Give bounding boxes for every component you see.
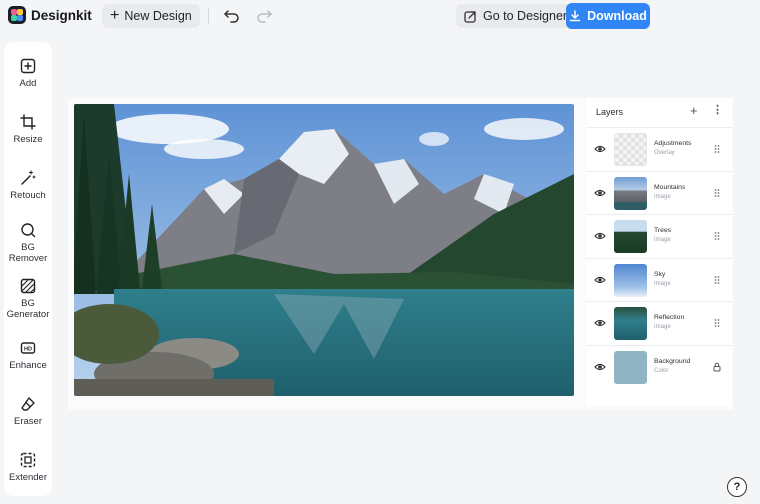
tool-label: Eraser [14, 416, 42, 427]
tool-label: Retouch [10, 190, 46, 201]
download-button[interactable]: Download [566, 3, 650, 29]
lock-icon[interactable] [712, 362, 722, 372]
layer-thumbnail [614, 177, 647, 210]
toolbar-divider [208, 8, 209, 24]
bg-generator-icon [20, 278, 36, 294]
eye-icon[interactable] [594, 274, 606, 286]
layer-thumbnail [614, 351, 647, 384]
eye-icon[interactable] [594, 230, 606, 242]
new-design-button[interactable]: + New Design [102, 4, 200, 28]
layer-row-sky[interactable]: Sky Image [586, 258, 732, 301]
layer-thumbnail [614, 220, 647, 253]
open-designer-icon [464, 10, 476, 23]
help-label: ? [733, 481, 741, 493]
layer-type: Image [654, 237, 671, 243]
eye-icon[interactable] [594, 361, 606, 373]
app-name: Designkit [31, 7, 92, 23]
layers-panel: Layers + ⋮ Adjustments Overlay Mountains… [586, 98, 732, 406]
tool-resize[interactable]: Resize [4, 114, 52, 145]
layer-thumbnail [614, 133, 647, 166]
tool-label: Resize [13, 134, 43, 145]
tool-label: BG Remover [8, 242, 48, 264]
layer-thumbnail [614, 264, 647, 297]
logo[interactable]: Designkit [8, 6, 92, 24]
layer-row-trees[interactable]: Trees Image [586, 214, 732, 257]
drag-handle-icon[interactable] [712, 188, 722, 198]
layer-thumbnail [614, 307, 647, 340]
drag-handle-icon[interactable] [712, 275, 722, 285]
download-icon [569, 10, 581, 22]
layer-row-background[interactable]: Background Color [586, 345, 732, 388]
layer-name: Trees [654, 227, 672, 234]
layer-type: Image [654, 324, 671, 330]
tool-label: Extender [8, 472, 48, 483]
bg-remover-icon [21, 223, 36, 238]
undo-icon[interactable] [222, 7, 242, 25]
layer-name: Reflection [654, 314, 685, 321]
tool-label: Add [19, 78, 37, 89]
go-to-designer-button[interactable]: Go to Designer [456, 4, 576, 28]
tool-extender[interactable]: Extender [4, 452, 52, 483]
tool-eraser[interactable]: Eraser [4, 396, 52, 427]
extender-icon [20, 452, 36, 468]
tool-add[interactable]: Add [4, 58, 52, 89]
eraser-icon [21, 397, 35, 411]
eye-icon[interactable] [594, 317, 606, 329]
tool-label: Enhance [9, 360, 47, 371]
eye-icon[interactable] [594, 187, 606, 199]
layer-name: Sky [654, 271, 666, 278]
new-design-label: New Design [124, 9, 192, 23]
tool-enhance[interactable]: HD Enhance [4, 340, 52, 371]
plus-icon: + [110, 7, 120, 24]
landscape-image [74, 104, 574, 396]
add-layer-icon[interactable]: + [690, 103, 698, 118]
layer-row-reflection[interactable]: Reflection Image [586, 301, 732, 344]
tool-bg-remover[interactable]: BG Remover [4, 222, 52, 264]
layer-type: Image [654, 194, 671, 200]
top-bar: Designkit + New Design Go to Designer Do… [0, 0, 760, 34]
more-options-icon[interactable]: ⋮ [712, 103, 723, 116]
hd-icon: HD [20, 342, 36, 354]
add-square-icon [20, 58, 36, 74]
tool-rail: Add Resize Retouch BG Remover BG Generat… [4, 42, 52, 496]
tool-retouch[interactable]: Retouch [4, 170, 52, 201]
logo-icon [8, 6, 26, 24]
layer-row-adjustments[interactable]: Adjustments Overlay [586, 127, 732, 170]
layer-name: Mountains [654, 184, 686, 191]
layer-name: Adjustments [654, 140, 692, 147]
help-button[interactable]: ? [727, 477, 747, 497]
download-label: Download [587, 9, 647, 23]
tool-label: BG Generator [6, 298, 50, 320]
layers-title: Layers [596, 107, 624, 117]
drag-handle-icon[interactable] [712, 231, 722, 241]
magic-wand-icon [21, 170, 36, 185]
go-to-designer-label: Go to Designer [483, 9, 568, 23]
tool-bg-generator[interactable]: BG Generator [4, 278, 52, 320]
layer-row-mountains[interactable]: Mountains Image [586, 171, 732, 214]
layer-type: Color [654, 368, 669, 374]
layer-type: Overlay [654, 150, 675, 156]
eye-icon[interactable] [594, 143, 606, 155]
drag-handle-icon[interactable] [712, 318, 722, 328]
crop-icon [20, 114, 36, 130]
canvas-artwork[interactable] [74, 104, 574, 396]
redo-icon[interactable] [254, 7, 274, 25]
drag-handle-icon[interactable] [712, 144, 722, 154]
layer-name: Background [654, 358, 691, 365]
svg-text:HD: HD [24, 347, 32, 353]
layer-type: Image [654, 281, 671, 287]
